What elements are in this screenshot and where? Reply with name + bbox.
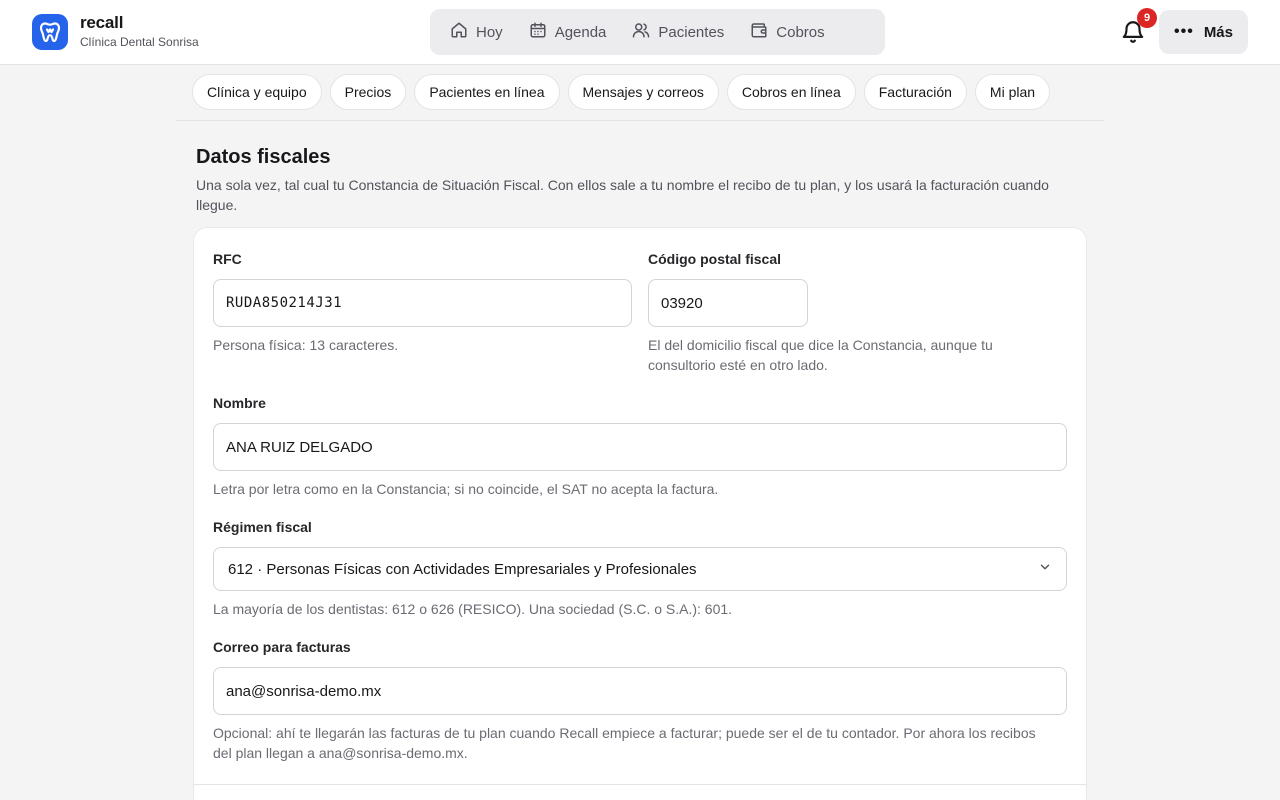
top-bar: recall Clínica Dental Sonrisa Hoy Agenda… bbox=[0, 0, 1280, 65]
calendar-icon bbox=[529, 21, 555, 43]
brand[interactable]: recall Clínica Dental Sonrisa bbox=[32, 14, 199, 50]
rfc-field[interactable]: RUDA850214J31 bbox=[213, 279, 632, 327]
nav-item-label: Pacientes bbox=[658, 23, 725, 41]
nav-item-label: Hoy bbox=[476, 23, 503, 41]
app-name: recall bbox=[80, 13, 124, 32]
postal-code-help: El del domicilio fiscal que dice la Cons… bbox=[648, 337, 993, 373]
nav-item-label: Agenda bbox=[554, 23, 607, 41]
nav-item-agenda[interactable]: Agenda bbox=[517, 14, 619, 50]
tax-regime-value: 612 · Personas Físicas con Actividades E… bbox=[228, 560, 697, 578]
tab-precios[interactable]: Precios bbox=[329, 74, 407, 110]
name-field[interactable]: ANA RUIZ DELGADO bbox=[213, 423, 1067, 471]
wallet-icon bbox=[750, 21, 776, 43]
tab-mi-plan[interactable]: Mi plan bbox=[974, 74, 1051, 110]
section-description: Una sola vez, tal cual tu Constancia de … bbox=[196, 177, 1049, 213]
tooth-logo-icon bbox=[32, 14, 68, 50]
name-label: Nombre bbox=[213, 395, 266, 411]
tab-facturacion[interactable]: Facturación bbox=[863, 74, 967, 110]
postal-code-field[interactable]: 03920 bbox=[648, 279, 808, 327]
nav-item-pacientes[interactable]: Pacientes bbox=[620, 14, 736, 50]
more-label: Más bbox=[1203, 23, 1233, 41]
tax-regime-label: Régimen fiscal bbox=[213, 519, 312, 535]
section-title: Datos fiscales bbox=[196, 146, 331, 168]
invoice-email-label: Correo para facturas bbox=[213, 639, 351, 655]
rfc-label: RFC bbox=[213, 251, 242, 267]
tab-pacientes-en-linea[interactable]: Pacientes en línea bbox=[414, 74, 560, 110]
main-nav: Hoy Agenda Pacientes Cobros bbox=[430, 9, 885, 55]
tab-mensajes-y-correos[interactable]: Mensajes y correos bbox=[567, 74, 719, 110]
invoice-email-field[interactable]: ana@sonrisa-demo.mx bbox=[213, 667, 1067, 715]
card-divider bbox=[194, 784, 1086, 785]
nav-item-label: Cobros bbox=[776, 23, 825, 41]
notification-badge: 9 bbox=[1137, 8, 1157, 28]
chevron-down-icon bbox=[1038, 560, 1052, 578]
more-menu-button[interactable]: ••• Más bbox=[1159, 10, 1248, 54]
fiscal-data-card: RFC RUDA850214J31 Persona física: 13 car… bbox=[193, 227, 1087, 800]
clinic-name: Clínica Dental Sonrisa bbox=[80, 35, 199, 49]
tax-regime-select[interactable]: 612 · Personas Físicas con Actividades E… bbox=[213, 547, 1067, 591]
users-icon bbox=[632, 21, 658, 43]
invoice-email-help: Opcional: ahí te llegarán las facturas d… bbox=[213, 725, 1036, 761]
tax-regime-help: La mayoría de los dentistas: 612 o 626 (… bbox=[213, 601, 733, 617]
nav-item-cobros[interactable]: Cobros bbox=[738, 14, 836, 50]
nav-item-hoy[interactable]: Hoy bbox=[438, 14, 515, 50]
home-icon bbox=[450, 21, 476, 43]
more-dots-icon: ••• bbox=[1174, 23, 1194, 40]
tab-clinica-y-equipo[interactable]: Clínica y equipo bbox=[192, 74, 322, 110]
tab-cobros-en-linea[interactable]: Cobros en línea bbox=[726, 74, 856, 110]
settings-tabs: Clínica y equipo Precios Pacientes en lí… bbox=[176, 65, 1104, 121]
postal-code-label: Código postal fiscal bbox=[648, 251, 782, 267]
rfc-help: Persona física: 13 caracteres. bbox=[213, 337, 399, 353]
name-help: Letra por letra como en la Constancia; s… bbox=[213, 481, 719, 497]
